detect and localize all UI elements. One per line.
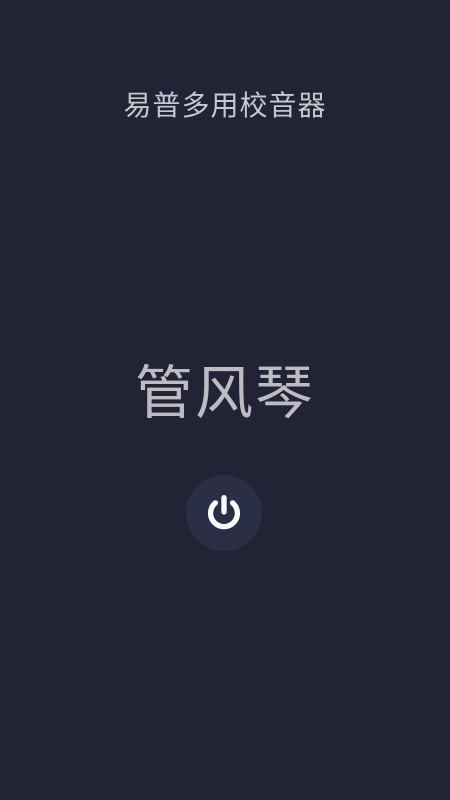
power-button[interactable] <box>186 475 262 551</box>
app-title: 易普多用校音器 <box>123 89 327 122</box>
power-icon <box>201 490 247 536</box>
instrument-name: 管风琴 <box>134 359 315 427</box>
